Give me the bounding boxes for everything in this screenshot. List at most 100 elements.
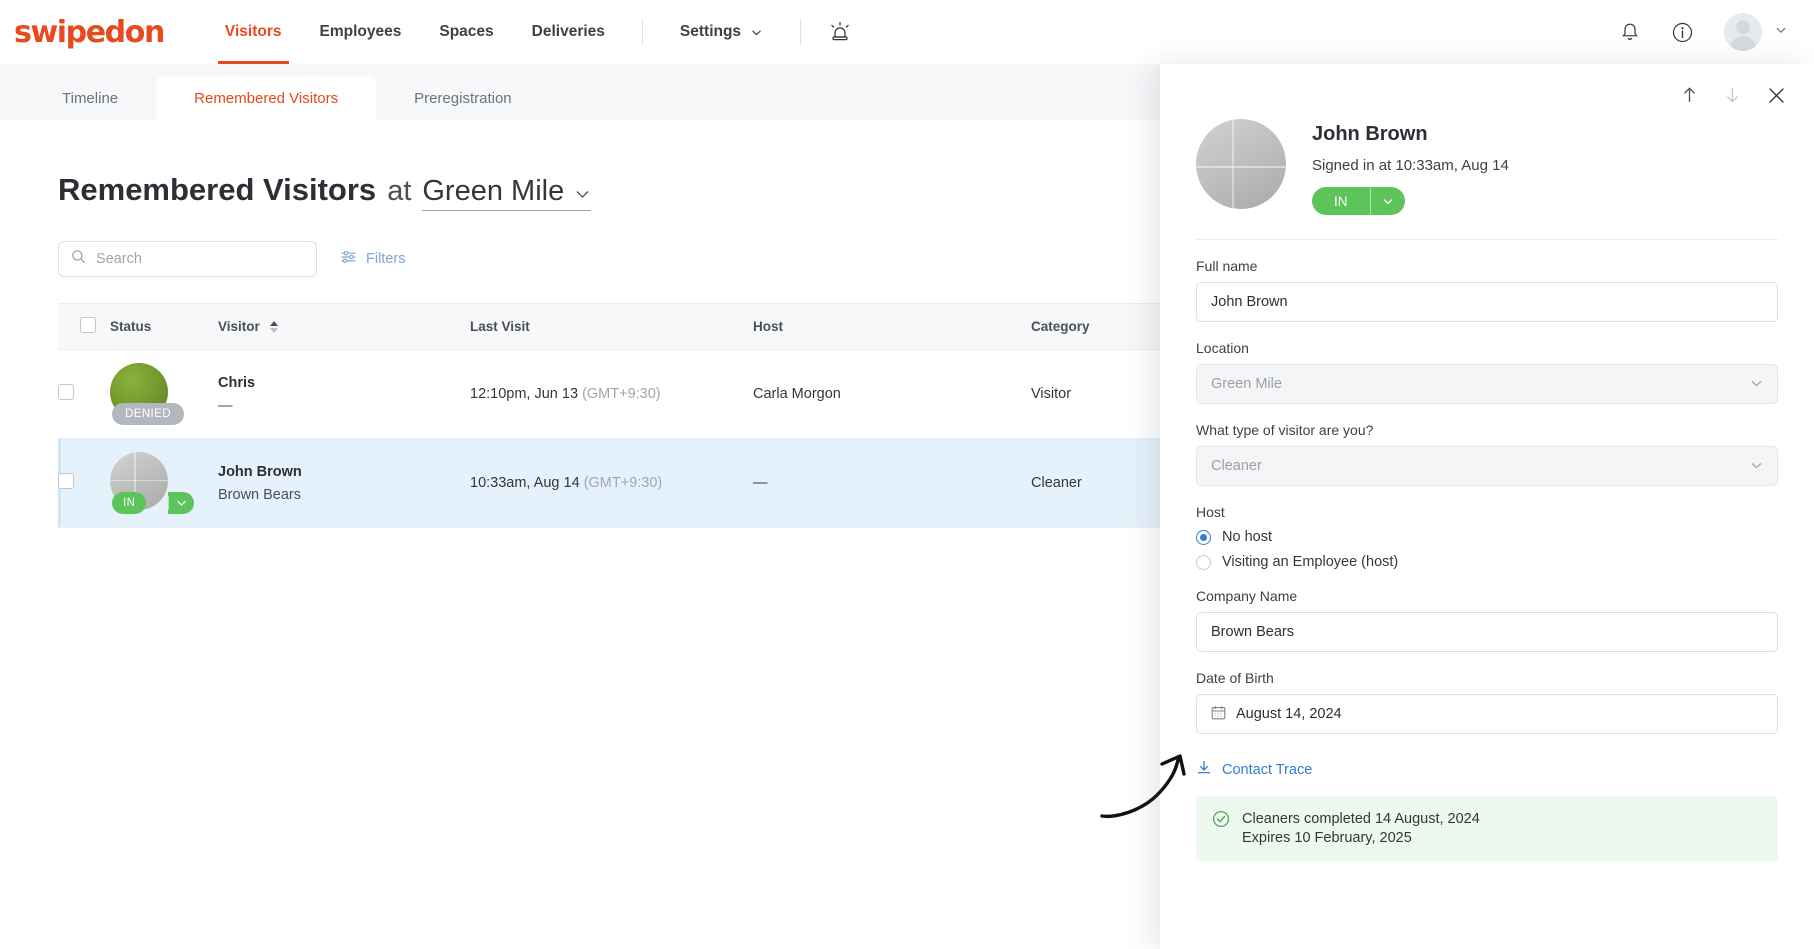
field-host: Host No host Visiting an Employee (host) <box>1196 504 1778 570</box>
tab-preregistration[interactable]: Preregistration <box>376 76 550 120</box>
next-arrow-down-icon[interactable] <box>1724 86 1741 105</box>
bell-icon[interactable] <box>1619 21 1641 43</box>
column-visitor[interactable]: Visitor <box>218 303 470 350</box>
row-host-cell: Carla Morgon <box>753 349 1031 439</box>
search-input[interactable]: Search <box>58 241 317 277</box>
nav-item-spaces[interactable]: Spaces <box>420 0 512 64</box>
main-nav: Visitors Employees Spaces Deliveries Set… <box>206 0 861 64</box>
date-of-birth-input[interactable]: August 14, 2024 <box>1196 694 1778 734</box>
location-value: Green Mile <box>1211 376 1282 392</box>
visitor-detail-panel: John Brown Signed in at 10:33am, Aug 14 … <box>1160 64 1814 949</box>
nav-divider-2 <box>800 19 802 45</box>
table-row[interactable]: IN John Brown Brown Bears 10:33am, Aug 1… <box>58 438 1161 528</box>
last-visit-time: 12:10pm, Jun 13 <box>470 386 579 402</box>
column-label: Host <box>753 319 783 334</box>
close-icon[interactable] <box>1767 86 1786 105</box>
nav-item-deliveries[interactable]: Deliveries <box>513 0 624 64</box>
location-selector[interactable]: Green Mile <box>422 175 592 211</box>
previous-arrow-up-icon[interactable] <box>1681 86 1698 105</box>
visitor-company: — <box>218 397 233 414</box>
table-body: DENIED Chris — 12:10pm, Jun 13 (GMT+9:30… <box>58 349 1161 528</box>
chevron-down-icon[interactable] <box>1369 187 1405 215</box>
column-label: Last Visit <box>470 319 530 334</box>
field-label: Date of Birth <box>1196 670 1274 686</box>
visitor-avatar-status: DENIED <box>110 361 184 427</box>
row-select-cell <box>58 349 110 439</box>
filters-label: Filters <box>366 251 406 267</box>
contact-trace-link[interactable]: Contact Trace <box>1196 760 1778 780</box>
row-select-cell <box>58 438 110 528</box>
company-name-input[interactable]: Brown Bears <box>1196 612 1778 652</box>
radio-no-host[interactable]: No host <box>1196 529 1778 545</box>
row-last-visit-cell: 10:33am, Aug 14 (GMT+9:30) <box>470 438 753 528</box>
status-badge: DENIED <box>112 403 184 425</box>
tab-timeline[interactable]: Timeline <box>24 76 156 120</box>
row-checkbox[interactable] <box>58 384 74 400</box>
radio-visiting-employee[interactable]: Visiting an Employee (host) <box>1196 554 1778 570</box>
info-icon[interactable] <box>1671 21 1694 44</box>
visitor-name: Chris <box>218 374 256 391</box>
column-label: Visitor <box>218 319 260 334</box>
radio-label: No host <box>1222 529 1272 545</box>
full-name-input[interactable]: John Brown <box>1196 282 1778 322</box>
status-badge: IN <box>112 492 147 514</box>
nav-label: Spaces <box>439 23 494 40</box>
field-label: Company Name <box>1196 588 1298 604</box>
select-all-header <box>58 303 110 350</box>
avatar <box>1724 13 1762 51</box>
emergency-siren-icon[interactable] <box>819 20 861 44</box>
visitor-type-select: Cleaner <box>1196 446 1778 486</box>
chevron-down-icon <box>574 175 591 208</box>
visitor-form: Full name John Brown Location Green Mile… <box>1160 258 1814 780</box>
panel-header: John Brown Signed in at 10:33am, Aug 14 … <box>1160 105 1814 215</box>
select-all-checkbox[interactable] <box>80 317 96 333</box>
filters-button[interactable]: Filters <box>341 250 405 268</box>
sort-arrows-icon <box>269 321 278 334</box>
panel-signed-in: Signed in at 10:33am, Aug 14 <box>1312 157 1509 174</box>
visitors-table: Status Visitor Last Visit Host Category <box>58 303 1161 528</box>
field-label: What type of visitor are you? <box>1196 422 1374 438</box>
swipedon-logo[interactable]: swipedon <box>14 15 165 50</box>
user-avatar-menu[interactable] <box>1724 13 1788 51</box>
page-title-text: Remembered Visitors <box>58 172 377 207</box>
visitor-photo-large <box>1196 119 1286 209</box>
last-visit-time: 10:33am, Aug 14 <box>470 475 580 491</box>
field-location: Location Green Mile <box>1196 340 1778 404</box>
row-category-cell: Cleaner <box>1031 438 1161 528</box>
panel-identity: John Brown Signed in at 10:33am, Aug 14 … <box>1312 119 1509 215</box>
row-checkbox[interactable] <box>58 473 74 489</box>
tab-remembered-visitors[interactable]: Remembered Visitors <box>156 76 377 120</box>
calendar-icon <box>1211 705 1226 724</box>
column-label: Category <box>1031 319 1090 334</box>
panel-status-button[interactable]: IN <box>1312 187 1405 215</box>
status-dropdown-toggle[interactable] <box>168 492 194 514</box>
column-category: Category <box>1031 303 1161 350</box>
chevron-down-icon <box>1774 23 1788 42</box>
nav-item-settings[interactable]: Settings <box>661 0 782 64</box>
filters-icon <box>341 250 357 268</box>
panel-divider <box>1196 239 1778 240</box>
nav-label: Employees <box>319 23 402 40</box>
panel-toolbar <box>1160 64 1814 105</box>
field-full-name: Full name John Brown <box>1196 258 1778 322</box>
host-radio-group: No host Visiting an Employee (host) <box>1196 529 1778 570</box>
field-date-of-birth: Date of Birth August 14, 2024 <box>1196 670 1778 734</box>
notice-line-1: Cleaners completed 14 August, 2024 <box>1242 811 1480 827</box>
nav-divider <box>641 19 643 45</box>
panel-status-label: IN <box>1334 193 1348 209</box>
nav-item-visitors[interactable]: Visitors <box>206 0 301 64</box>
column-last-visit: Last Visit <box>470 303 753 350</box>
row-visitor-cell: Chris — <box>218 349 470 439</box>
radio-label: Visiting an Employee (host) <box>1222 554 1399 570</box>
field-company-name: Company Name Brown Bears <box>1196 588 1778 652</box>
nav-item-employees[interactable]: Employees <box>301 0 421 64</box>
table-row[interactable]: DENIED Chris — 12:10pm, Jun 13 (GMT+9:30… <box>58 349 1161 439</box>
search-placeholder: Search <box>96 251 142 267</box>
header-actions <box>1619 13 1788 51</box>
table-header-row: Status Visitor Last Visit Host Category <box>58 303 1161 350</box>
contact-trace-label: Contact Trace <box>1222 762 1313 778</box>
tab-label: Preregistration <box>414 89 512 107</box>
notice-line-2: Expires 10 February, 2025 <box>1242 829 1412 846</box>
visitor-avatar-status: IN <box>110 450 194 516</box>
download-icon <box>1196 760 1212 780</box>
